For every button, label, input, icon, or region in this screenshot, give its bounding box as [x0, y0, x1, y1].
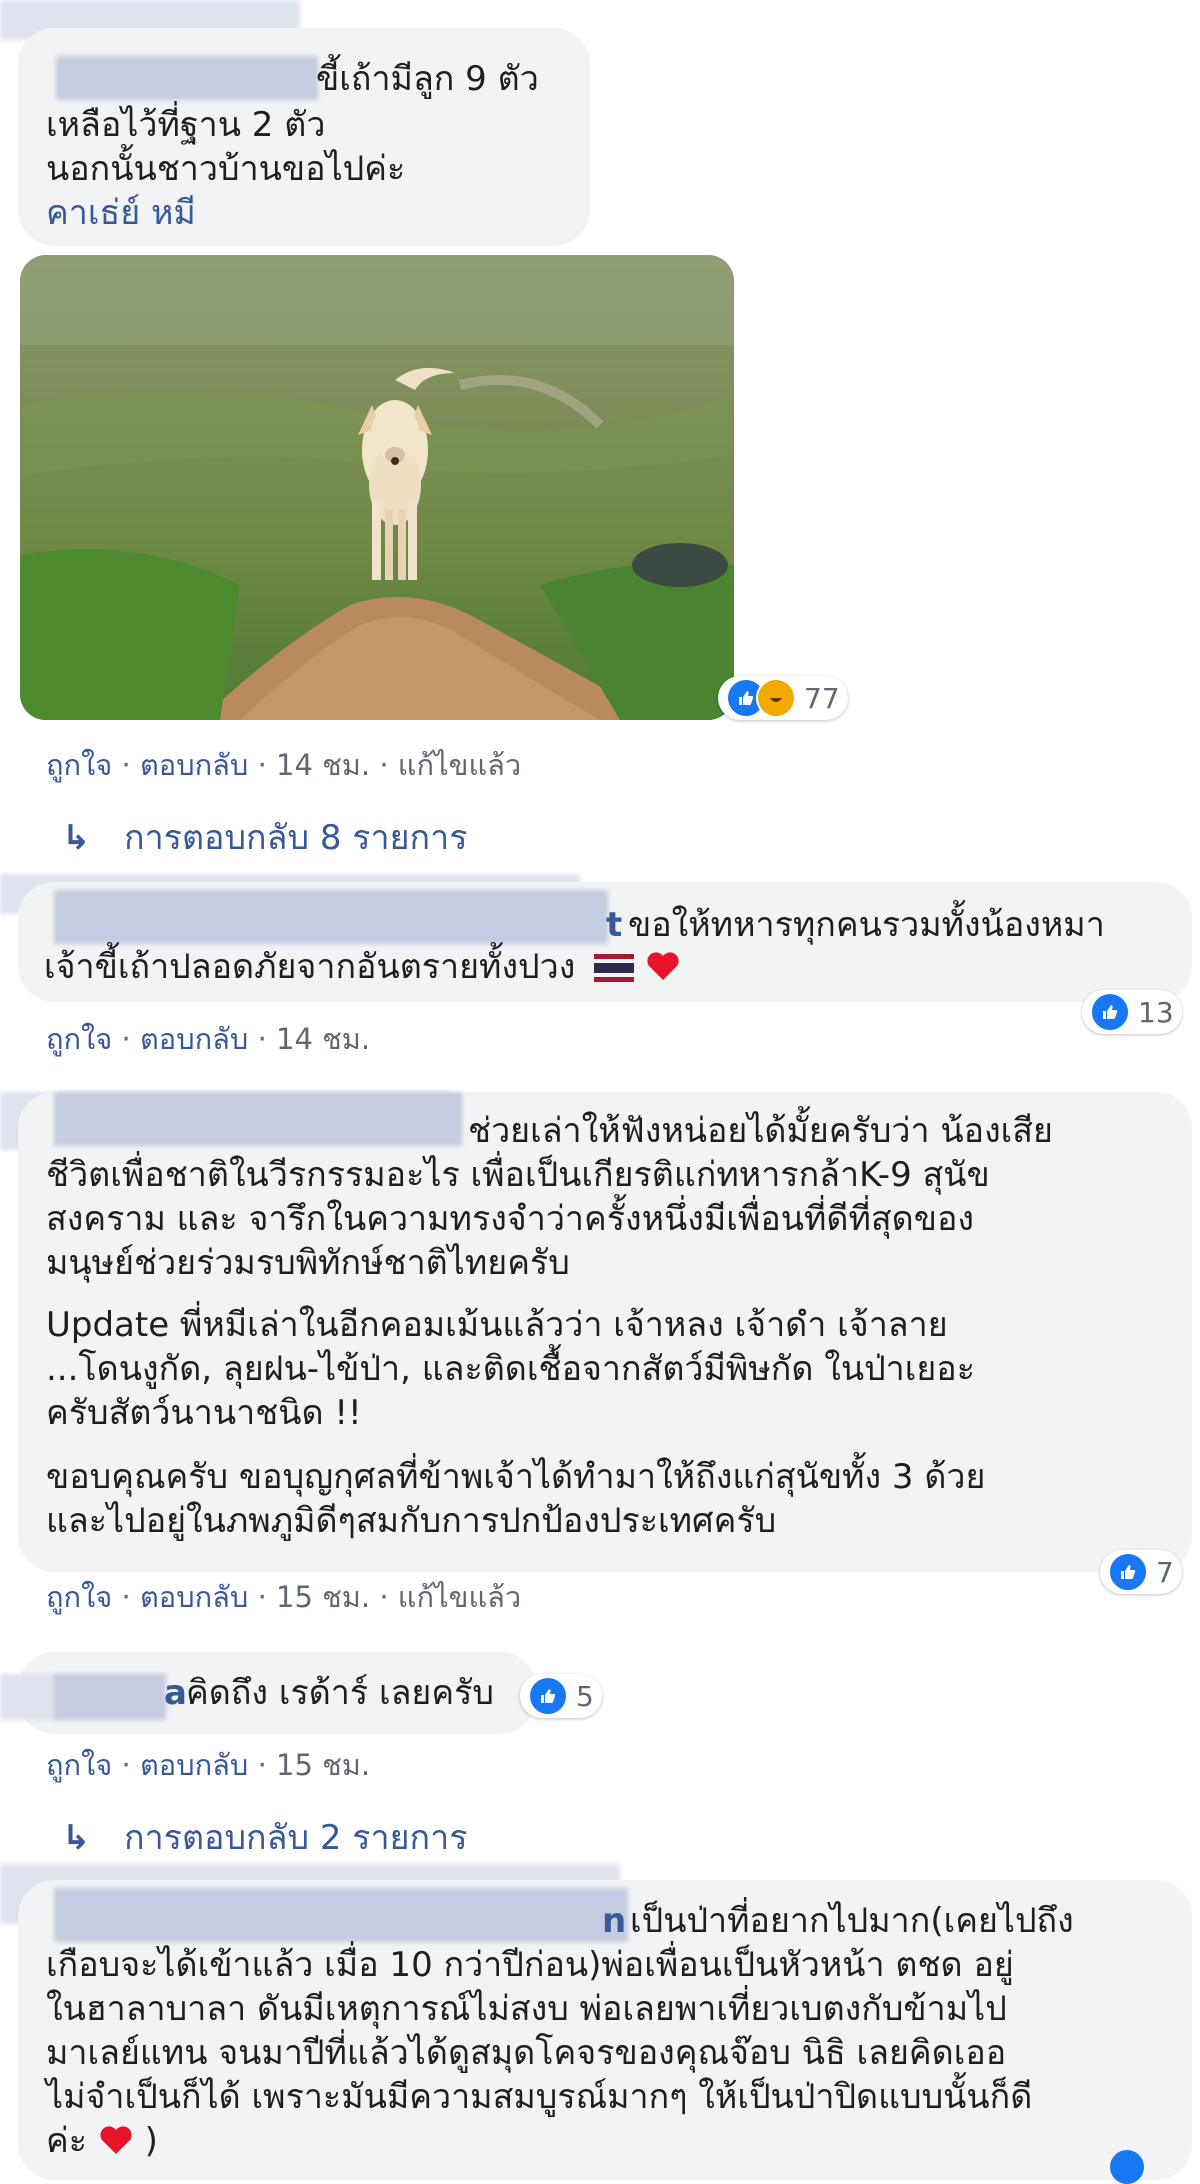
author-name-tail[interactable]: t — [606, 904, 622, 946]
like-action[interactable]: ถูกใจ — [46, 1022, 112, 1056]
comment-text-line: ชีวิตเพื่อชาติในวีรกรรมอะไร เพื่อเป็นเกี… — [46, 1155, 990, 1195]
comment-text-line: ครับสัตว์นานาชนิด !! — [46, 1393, 362, 1433]
author-name-blurred[interactable] — [54, 1674, 166, 1720]
like-icon — [1090, 992, 1130, 1032]
reaction-count: 7 — [1156, 1555, 1174, 1589]
timestamp[interactable]: 15 ชม. — [276, 1748, 370, 1782]
tagged-person-link[interactable]: คาเธ่ย์ หมี — [46, 192, 196, 234]
comment-bubble: ขี้เถ้ามีลูก 9 ตัว เหลือไว้ที่ฐาน 2 ตัว … — [18, 28, 590, 246]
comment-text-line: ค่ะ — [46, 2121, 88, 2161]
replies-count-text: การตอบกลับ 2 รายการ — [124, 1818, 468, 1858]
comment-actions: ถูกใจ · ตอบกลับ · 14 ชม. — [46, 1022, 371, 1056]
comment-text-line: และไปอยู่ในภพภูมิดีๆสมกับการปกป้องประเทศ… — [46, 1501, 777, 1541]
edited-label[interactable]: แก้ไขแล้ว — [398, 1580, 521, 1614]
comment-bubble: t ขอให้ทหารทุกคนรวมทั้งน้องหมา เจ้าขี้เถ… — [18, 882, 1192, 1002]
author-name-blurred[interactable] — [54, 1888, 628, 1942]
timestamp[interactable]: 14 ชม. — [276, 748, 370, 782]
comment-text-line: ขอบคุณครับ ขอบุญกุศลที่ข้าพเจ้าได้ทำมาให… — [46, 1457, 986, 1497]
comment-text-line: ในฮาลาบาลา ดันมีเหตุการณ์ไม่สงบ พ่อเลยพา… — [46, 1989, 1007, 2029]
comment-bubble: a คิดถึง เรด้าร์ เลยครับ — [0, 1652, 536, 1734]
comment-text-line-wrap: เจ้าขี้เถ้าปลอดภัยจากอันตรายทั้งปวง — [44, 946, 681, 988]
reaction-count: 5 — [576, 1679, 594, 1713]
like-icon — [1108, 1552, 1148, 1592]
reaction-summary[interactable]: 77 — [718, 676, 848, 720]
comment-text-line: เกือบจะได้เข้าแล้ว เมื่อ 10 กว่าปีก่อน)พ… — [46, 1945, 1014, 1985]
reaction-summary[interactable]: 7 — [1100, 1550, 1182, 1594]
comment-text-line: มาเลย์แทน จนมาปีที่แล้วได้ดูสมุดโคจรของค… — [46, 2033, 1007, 2073]
comment-text-line: เป็นป่าที่อยากไปมาก(เคยไปถึง — [630, 1901, 1074, 1941]
author-name-blurred[interactable] — [56, 56, 318, 100]
comment-text-line: เจ้าขี้เถ้าปลอดภัยจากอันตรายทั้งปวง — [44, 947, 576, 987]
reply-action[interactable]: ตอบกลับ — [140, 748, 248, 782]
comment-text-line: ไม่จำเป็นก็ได้ เพราะมันมีความสมบูรณ์มากๆ… — [46, 2077, 1033, 2117]
heart-icon — [98, 2124, 134, 2156]
like-action[interactable]: ถูกใจ — [46, 1748, 112, 1782]
reply-action[interactable]: ตอบกลับ — [140, 1748, 248, 1782]
comment-text-line: สงคราม และ จารึกในความทรงจำว่าครั้งหนึ่ง… — [46, 1199, 974, 1239]
comment-text-line: ขอให้ทหารทุกคนรวมทั้งน้องหมา — [628, 905, 1105, 945]
view-replies-link[interactable]: ↳ การตอบกลับ 2 รายการ — [62, 1810, 468, 1864]
comment-text-line-wrap: ค่ะ ) — [46, 2120, 158, 2162]
timestamp[interactable]: 15 ชม. — [276, 1580, 370, 1614]
comment-bubble: n เป็นป่าที่อยากไปมาก(เคยไปถึง เกือบจะได… — [18, 1880, 1192, 2180]
comment-actions: ถูกใจ · ตอบกลับ · 14 ชม. · แก้ไขแล้ว — [46, 748, 522, 782]
comment-text-line: ...โดนงูกัด, ลุยฝน-ไข้ป่า, และติดเชื้อจา… — [46, 1349, 975, 1389]
comment-text-line: มนุษย์ช่วยร่วมรบพิทักษ์ชาติไทยครับ — [46, 1243, 570, 1283]
author-name-blurred[interactable] — [54, 1092, 462, 1146]
thai-flag-icon — [594, 950, 635, 982]
timestamp[interactable]: 14 ชม. — [276, 1022, 370, 1056]
dog-photo-image — [20, 255, 734, 720]
comment-bubble: ช่วยเล่าให้ฟังหน่อยได้มั้ยครับว่า น้องเส… — [18, 1092, 1192, 1572]
like-action[interactable]: ถูกใจ — [46, 1580, 112, 1614]
edited-label[interactable]: แก้ไขแล้ว — [398, 748, 521, 782]
view-replies-link[interactable]: ↳ การตอบกลับ 8 รายการ — [62, 810, 468, 864]
like-icon-partial — [1110, 2150, 1144, 2184]
reply-action[interactable]: ตอบกลับ — [140, 1580, 248, 1614]
attached-dog-photo[interactable] — [20, 255, 734, 720]
reaction-summary[interactable]: 13 — [1082, 990, 1182, 1034]
comment-text-line: ช่วยเล่าให้ฟังหน่อยได้มั้ยครับว่า น้องเส… — [468, 1111, 1053, 1151]
comment-actions: ถูกใจ · ตอบกลับ · 15 ชม. · แก้ไขแล้ว — [46, 1580, 522, 1614]
like-icon — [528, 1676, 568, 1716]
comment-text-line: Update พี่หมีเล่าในอีกคอมเม้นแล้วว่า เจ้… — [46, 1305, 948, 1345]
reply-action[interactable]: ตอบกลับ — [140, 1022, 248, 1056]
avatar-blur — [0, 1674, 60, 1720]
comment-text: คิดถึง เรด้าร์ เลยครับ — [186, 1673, 494, 1713]
reaction-summary[interactable]: 5 — [520, 1674, 602, 1718]
comment-text-line: นอกนั้นชาวบ้านขอไปค่ะ — [46, 149, 406, 189]
comment-actions: ถูกใจ · ตอบกลับ · 15 ชม. — [46, 1748, 371, 1782]
author-name-blurred[interactable] — [54, 890, 608, 944]
comment-text-tail: ) — [144, 2121, 158, 2161]
replies-count-text: การตอบกลับ 8 รายการ — [124, 818, 468, 858]
reaction-count: 77 — [804, 681, 840, 715]
comment-text-line: ขี้เถ้ามีลูก 9 ตัว — [316, 59, 539, 99]
like-action[interactable]: ถูกใจ — [46, 748, 112, 782]
author-name-tail[interactable]: a — [164, 1672, 187, 1714]
reaction-count: 13 — [1138, 995, 1174, 1029]
reply-arrow-icon: ↳ — [62, 818, 91, 858]
comment-text-line: เหลือไว้ที่ฐาน 2 ตัว — [46, 105, 326, 145]
author-name-tail[interactable]: n — [602, 1900, 626, 1942]
heart-icon — [645, 950, 681, 982]
reply-arrow-icon: ↳ — [62, 1818, 91, 1858]
haha-icon — [756, 678, 796, 718]
